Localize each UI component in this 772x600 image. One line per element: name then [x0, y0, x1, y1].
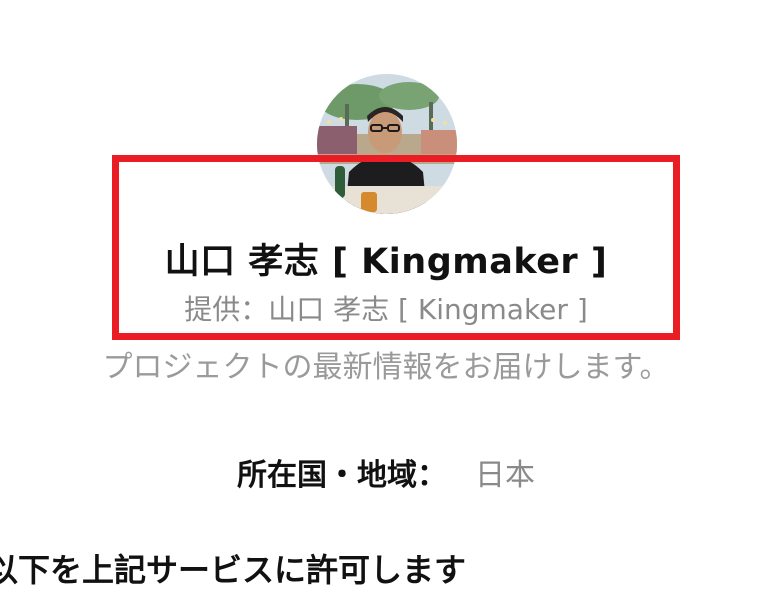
- account-name: 山口 孝志 [ Kingmaker ]: [164, 242, 608, 282]
- service-permission-screen: 山口 孝志 [ Kingmaker ] 提供：山口 孝志 [ Kingmaker…: [0, 0, 772, 600]
- service-description: プロジェクトの最新情報をお届けします。: [102, 350, 670, 385]
- country-value: 日本: [475, 458, 535, 493]
- avatar: [317, 74, 457, 214]
- permissions-heading: 以下を上記サービスに許可します: [0, 551, 467, 589]
- profile-photo-icon: [317, 74, 457, 214]
- country-region-row: 所在国・地域： 日本: [0, 450, 772, 494]
- provider-text: 提供：山口 孝志 [ Kingmaker ]: [184, 293, 588, 326]
- country-label: 所在国・地域：: [237, 458, 447, 493]
